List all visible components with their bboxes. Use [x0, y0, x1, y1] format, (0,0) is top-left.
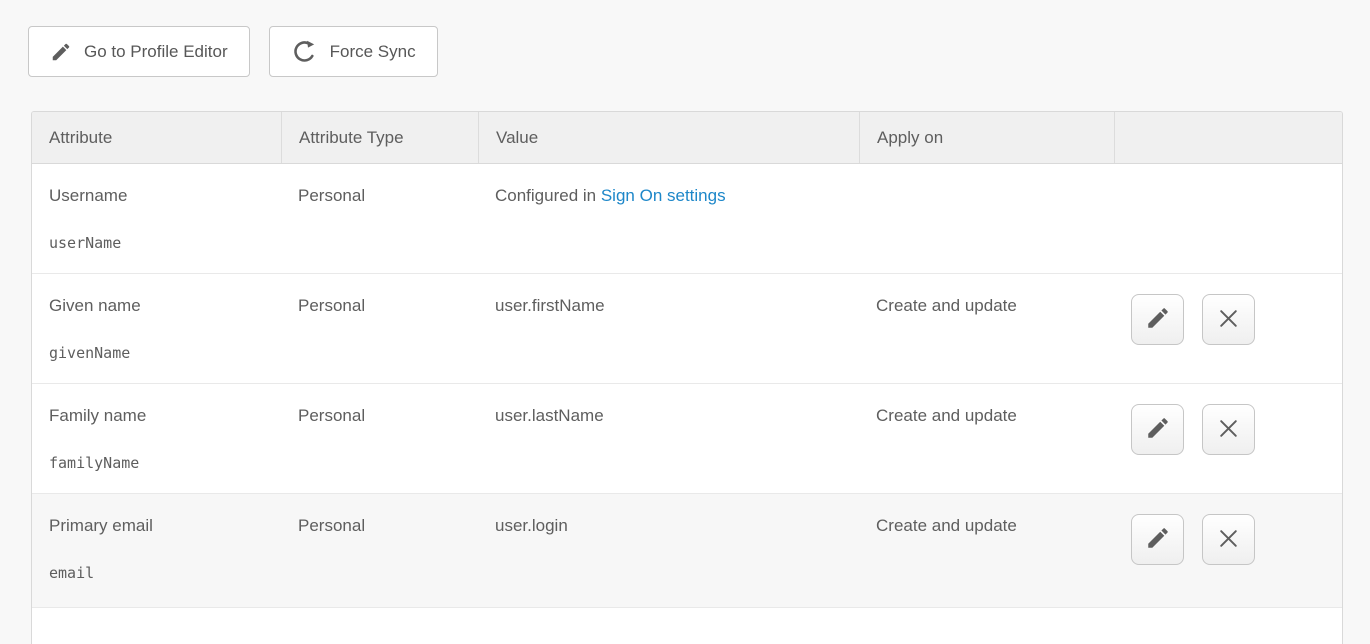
sign-on-settings-link[interactable]: Sign On settings [601, 186, 726, 205]
actions-cell [1114, 164, 1342, 273]
attribute-variable-name: familyName [49, 453, 271, 474]
close-icon [1215, 415, 1242, 445]
actions-cell [1114, 494, 1342, 607]
remove-attribute-button[interactable] [1202, 294, 1255, 345]
pencil-icon [1145, 305, 1171, 334]
go-to-profile-editor-button[interactable]: Go to Profile Editor [28, 26, 250, 77]
column-header-actions [1114, 112, 1342, 163]
toolbar: Go to Profile Editor Force Sync [28, 26, 438, 77]
apply-on-cell: Create and update [859, 494, 1114, 607]
pencil-icon [50, 41, 72, 63]
pencil-icon [1145, 525, 1171, 554]
attribute-variable-name: givenName [49, 343, 271, 364]
value-cell: user.lastName [478, 384, 859, 493]
column-header-value: Value [478, 112, 859, 163]
force-sync-button[interactable]: Force Sync [269, 26, 438, 77]
value-cell: user.login [478, 494, 859, 607]
column-header-attribute-type: Attribute Type [281, 112, 478, 163]
attribute-label: Family name [49, 405, 271, 426]
attribute-variable-name: email [49, 563, 271, 584]
go-to-profile-editor-label: Go to Profile Editor [84, 42, 228, 62]
edit-attribute-button[interactable] [1131, 294, 1184, 345]
table-row-family-name: Family name familyName Personal user.las… [32, 384, 1342, 494]
attribute-cell: Family name familyName [32, 384, 281, 493]
table-row-partial [32, 608, 1342, 644]
value-text: Configured in [495, 186, 601, 205]
attribute-type-cell: Personal [281, 494, 478, 607]
table-row-primary-email: Primary email email Personal user.login … [32, 494, 1342, 608]
actions-cell [1114, 274, 1342, 383]
column-header-attribute: Attribute [32, 112, 281, 163]
attribute-cell: Given name givenName [32, 274, 281, 383]
attribute-type-cell: Personal [281, 384, 478, 493]
attribute-type-cell: Personal [281, 274, 478, 383]
attribute-type-cell: Personal [281, 164, 478, 273]
close-icon [1215, 305, 1242, 335]
table-header: Attribute Attribute Type Value Apply on [32, 112, 1342, 164]
apply-on-cell: Create and update [859, 384, 1114, 493]
attribute-label: Primary email [49, 515, 271, 536]
attribute-label: Given name [49, 295, 271, 316]
attribute-label: Username [49, 185, 271, 206]
value-cell: user.firstName [478, 274, 859, 383]
value-cell: Configured in Sign On settings [478, 164, 859, 273]
refresh-icon [291, 38, 318, 65]
column-header-apply-on: Apply on [859, 112, 1114, 163]
table-row-username: Username userName Personal Configured in… [32, 164, 1342, 274]
remove-attribute-button[interactable] [1202, 404, 1255, 455]
attribute-mappings-table: Attribute Attribute Type Value Apply on … [31, 111, 1343, 644]
remove-attribute-button[interactable] [1202, 514, 1255, 565]
apply-on-cell: Create and update [859, 274, 1114, 383]
pencil-icon [1145, 415, 1171, 444]
apply-on-cell [859, 164, 1114, 273]
force-sync-label: Force Sync [330, 42, 416, 62]
attribute-cell: Primary email email [32, 494, 281, 607]
attribute-cell: Username userName [32, 164, 281, 273]
edit-attribute-button[interactable] [1131, 404, 1184, 455]
attribute-variable-name: userName [49, 233, 271, 254]
edit-attribute-button[interactable] [1131, 514, 1184, 565]
close-icon [1215, 525, 1242, 555]
table-row-given-name: Given name givenName Personal user.first… [32, 274, 1342, 384]
actions-cell [1114, 384, 1342, 493]
